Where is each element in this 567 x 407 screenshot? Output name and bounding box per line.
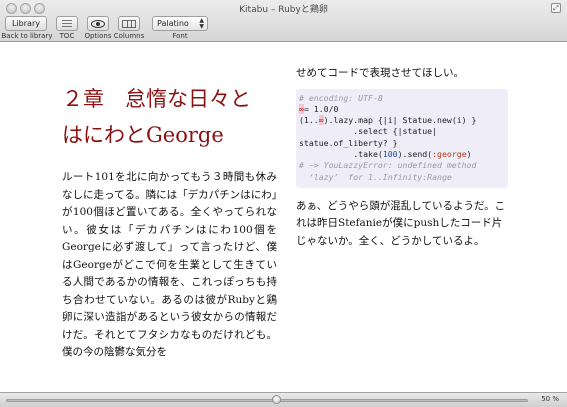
body-paragraph: ルート101を北に向かってもう３時間も休みなしに走ってる。隣には「デカパチンはに… <box>62 171 277 358</box>
code-line-6c: ) <box>466 148 472 159</box>
window-toolbar: Kitabu – Rubyと鶏卵 ⤢ Library Back to libra… <box>0 0 567 42</box>
page-slider-track[interactable] <box>6 399 528 402</box>
zoom-level: 50 % <box>541 395 559 403</box>
library-caption: Back to library <box>1 32 53 40</box>
code-line-5: statue.of_liberty? } <box>299 137 398 148</box>
font-caption: Font <box>172 32 188 40</box>
chapter-title-line-1: ２章 怠惰な日々と <box>62 87 251 111</box>
toc-caption: TOC <box>59 32 75 40</box>
eye-icon <box>91 19 105 28</box>
list-icon <box>62 20 72 27</box>
book-page: ２章 怠惰な日々と はにわとGeorge ルート101を北に向かってもう３時間も… <box>0 43 567 392</box>
chapter-title: ２章 怠惰な日々と はにわとGeorge <box>62 81 277 153</box>
code-line-7: # ~> YouLazzyError: undefined method <box>299 160 477 171</box>
columns-caption: Columns <box>113 32 145 40</box>
code-line-4: .select {|statue| <box>299 126 438 137</box>
right-column-paragraph: あぁ、どうやら頭が混乱しているようだ。これは昨日Stefanieが僕にpushし… <box>296 199 506 247</box>
options-caption: Options <box>84 32 112 40</box>
code-line-6a: .take( <box>299 148 383 159</box>
chapter-title-line-2: はにわとGeorge <box>62 123 224 147</box>
updown-arrows-icon: ▲ ▼ <box>199 17 204 30</box>
toc-button[interactable] <box>56 16 78 31</box>
code-block: # encoding: UTF-8 ∞= 1.0/0 (1..∞).lazy.m… <box>296 88 508 188</box>
fullscreen-icon[interactable]: ⤢ <box>551 3 561 13</box>
window-title: Kitabu – Rubyと鶏卵 <box>239 5 328 15</box>
code-number: 100 <box>382 148 398 159</box>
right-column-lead: せめてコードで表現させてほしい。 <box>296 67 464 79</box>
code-line-2: = 1.0/0 <box>303 103 339 114</box>
font-select-value: Palatino <box>157 19 189 28</box>
code-line-8: ‘lazy’ for 1..Infinity:Range <box>299 171 452 182</box>
code-line-3b: ).lazy.map {|i| Statue.new(i) } <box>323 115 477 126</box>
columns-icon <box>122 19 136 28</box>
options-button[interactable] <box>87 16 109 31</box>
columns-button[interactable] <box>118 16 140 31</box>
library-button[interactable]: Library <box>5 16 47 31</box>
code-symbol: :george <box>432 148 467 159</box>
left-column: ２章 怠惰な日々と はにわとGeorge ルート101を北に向かってもう３時間も… <box>62 81 277 362</box>
code-line-1: # encoding: UTF-8 <box>299 92 383 103</box>
status-bar: 50 % <box>0 392 567 407</box>
right-column: せめてコードで表現させてほしい。 # encoding: UTF-8 ∞= 1.… <box>296 65 508 250</box>
code-line-6b: ).send( <box>397 148 433 159</box>
font-select[interactable]: Palatino ▲ ▼ <box>152 16 208 31</box>
page-slider-thumb[interactable] <box>272 395 282 404</box>
code-line-3a: (1.. <box>299 115 319 126</box>
